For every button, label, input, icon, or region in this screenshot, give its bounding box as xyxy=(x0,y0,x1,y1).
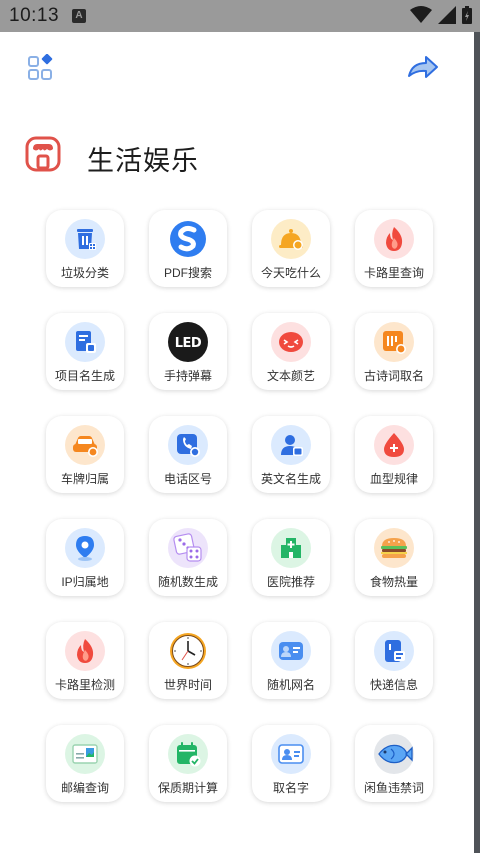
tool-label: 食物热量 xyxy=(369,575,418,589)
tool-label: 文本颜艺 xyxy=(266,369,315,383)
tool-tile[interactable]: 医院推荐 xyxy=(252,519,330,596)
tool-label: 英文名生成 xyxy=(260,472,321,486)
tool-tile[interactable]: 随机网名 xyxy=(252,622,330,699)
wifi-icon xyxy=(410,6,432,23)
car-icon xyxy=(65,425,105,465)
flame-icon xyxy=(65,631,105,671)
package-icon xyxy=(374,631,414,671)
burger-icon xyxy=(374,528,414,568)
trash-bin-icon xyxy=(65,219,105,259)
tools-grid: 垃圾分类 PDF搜索 今天吃什么 卡路里查询项目名生成 LED 手持弹幕 文本颜艺 古诗词取名… xyxy=(46,210,436,802)
tool-label: 卡路里检测 xyxy=(54,678,115,692)
svg-text:LED: LED xyxy=(175,336,202,351)
tool-label: IP归属地 xyxy=(61,575,109,589)
tool-label: 今天吃什么 xyxy=(260,266,321,280)
tool-tile[interactable]: 取名字 xyxy=(252,725,330,802)
hospital-icon xyxy=(271,528,311,568)
tool-label: PDF搜索 xyxy=(163,266,212,280)
status-bar: 10:13 A xyxy=(0,0,480,32)
store-icon xyxy=(25,136,61,172)
tool-tile[interactable]: 今天吃什么 xyxy=(252,210,330,287)
sogou-search-icon xyxy=(168,219,208,259)
tool-tile[interactable]: LED 手持弹幕 xyxy=(149,313,227,390)
tool-tile[interactable]: 项目名生成 xyxy=(46,313,124,390)
section-title: 生活娱乐 xyxy=(87,146,199,176)
poem-icon xyxy=(374,322,414,362)
tool-tile[interactable]: 保质期计算 xyxy=(149,725,227,802)
phone-icon xyxy=(168,425,208,465)
id-card-icon xyxy=(271,631,311,671)
tool-label: 车牌归属 xyxy=(60,472,109,486)
tool-tile[interactable]: 古诗词取名 xyxy=(355,313,433,390)
tool-label: 垃圾分类 xyxy=(60,266,109,280)
tool-label: 古诗词取名 xyxy=(363,369,424,383)
clock-icon xyxy=(168,631,208,671)
tool-tile[interactable]: 随机数生成 xyxy=(149,519,227,596)
tool-label: 快递信息 xyxy=(369,678,418,692)
flame-icon xyxy=(374,219,414,259)
fish-icon xyxy=(374,734,414,774)
location-pin-icon xyxy=(65,528,105,568)
tool-tile[interactable]: 血型规律 xyxy=(355,416,433,493)
dice-icon xyxy=(168,528,208,568)
tool-label: 随机网名 xyxy=(266,678,315,692)
tool-label: 保质期计算 xyxy=(157,781,218,795)
calendar-check-icon xyxy=(168,734,208,774)
tool-label: 项目名生成 xyxy=(54,369,115,383)
tool-label: 卡路里查询 xyxy=(363,266,424,280)
blood-drop-icon xyxy=(374,425,414,465)
tool-tile[interactable]: 卡路里检测 xyxy=(46,622,124,699)
tool-tile[interactable]: 食物热量 xyxy=(355,519,433,596)
tool-label: 医院推荐 xyxy=(266,575,315,589)
tool-label: 取名字 xyxy=(272,781,309,795)
tool-tile[interactable]: 闲鱼违禁词 xyxy=(355,725,433,802)
system-icons xyxy=(410,6,472,24)
bell-food-icon xyxy=(271,219,311,259)
battery-icon xyxy=(462,6,472,24)
apps-grid-icon[interactable] xyxy=(27,54,55,82)
tool-tile[interactable]: 世界时间 xyxy=(149,622,227,699)
tool-tile[interactable]: 文本颜艺 xyxy=(252,313,330,390)
tool-tile[interactable]: 英文名生成 xyxy=(252,416,330,493)
led-icon: LED xyxy=(168,322,208,362)
emoticon-icon xyxy=(271,322,311,362)
document-icon xyxy=(65,322,105,362)
tool-label: 随机数生成 xyxy=(157,575,218,589)
tool-tile[interactable]: 卡路里查询 xyxy=(355,210,433,287)
name-card-icon xyxy=(271,734,311,774)
tool-label: 血型规律 xyxy=(369,472,418,486)
share-icon[interactable] xyxy=(406,54,440,82)
tool-label: 闲鱼违禁词 xyxy=(363,781,424,795)
postcard-icon xyxy=(65,734,105,774)
status-time: 10:13 xyxy=(9,5,60,26)
tool-label: 邮编查询 xyxy=(60,781,109,795)
tool-tile[interactable]: 邮编查询 xyxy=(46,725,124,802)
tool-tile[interactable]: IP归属地 xyxy=(46,519,124,596)
notification-badge: A xyxy=(72,9,86,23)
tool-tile[interactable]: PDF搜索 xyxy=(149,210,227,287)
person-icon xyxy=(271,425,311,465)
tool-label: 世界时间 xyxy=(163,678,212,692)
tool-tile[interactable]: 车牌归属 xyxy=(46,416,124,493)
screen-edge xyxy=(474,32,480,853)
signal-icon xyxy=(438,6,456,24)
tool-tile[interactable]: 快递信息 xyxy=(355,622,433,699)
tool-tile[interactable]: 垃圾分类 xyxy=(46,210,124,287)
tool-tile[interactable]: 电话区号 xyxy=(149,416,227,493)
tool-label: 电话区号 xyxy=(163,472,212,486)
tool-label: 手持弹幕 xyxy=(163,369,212,383)
tools-panel: 生活娱乐 垃圾分类 PDF搜索 今天吃什么 卡路里查询项目名生成 LED 手持弹幕 文本颜艺… xyxy=(0,32,474,853)
